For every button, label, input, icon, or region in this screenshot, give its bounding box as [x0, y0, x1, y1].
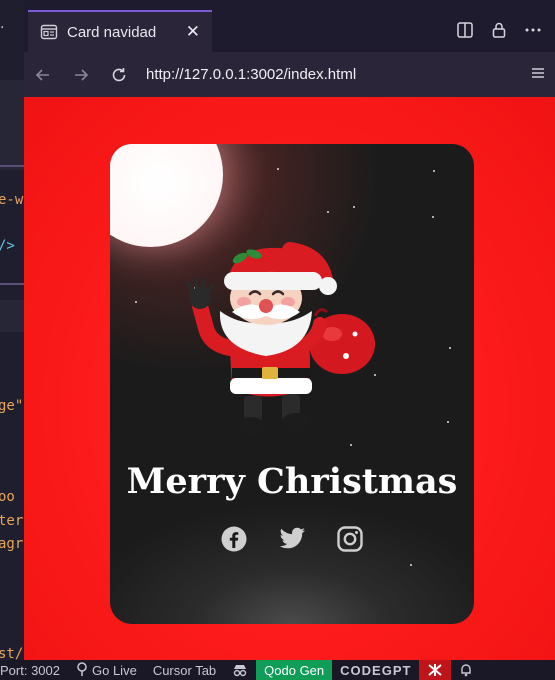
star [432, 216, 434, 218]
star [135, 301, 137, 303]
codegpt-button[interactable]: CODEGPT [332, 660, 419, 680]
page-viewport: Merry Christmas [24, 97, 555, 660]
code-line: agr [0, 536, 24, 552]
editor-panel [0, 80, 24, 170]
browser-toolbar: http://127.0.0.1:3002/index.html [24, 52, 555, 97]
divider [0, 165, 24, 167]
preview-icon [40, 23, 58, 41]
reload-icon[interactable] [108, 64, 130, 86]
editor-strip: ⋅ e-w /> ge" oo ter agr st/ [0, 0, 24, 660]
go-live-button[interactable]: Go Live [68, 660, 145, 680]
address-bar[interactable]: http://127.0.0.1:3002/index.html [146, 66, 356, 83]
more-icon[interactable]: ⋅ [0, 20, 4, 36]
cursor-tab-status[interactable]: Cursor Tab [145, 660, 224, 680]
moon [110, 144, 223, 247]
code-line: oo [0, 489, 15, 505]
star [447, 421, 449, 423]
more-icon[interactable] [523, 20, 543, 40]
tab-label: Card navidad [67, 23, 157, 41]
star [353, 206, 355, 208]
tab-card-navidad[interactable]: Card navidad ✕ [28, 10, 212, 52]
qodo-gen-button[interactable]: Qodo Gen [256, 660, 333, 680]
extension-icon[interactable] [419, 660, 452, 680]
social-links [110, 525, 474, 553]
facebook-icon[interactable] [220, 525, 248, 553]
code-line: e-w [0, 192, 24, 208]
christmas-card: Merry Christmas [110, 144, 474, 624]
forward-icon[interactable] [70, 64, 92, 86]
star [327, 211, 329, 213]
code-line: st/ [0, 646, 24, 660]
code-line: ge" [0, 398, 24, 414]
divider [0, 283, 24, 285]
card-title: Merry Christmas [126, 461, 458, 502]
santa-illustration [186, 242, 375, 435]
star [410, 564, 412, 566]
go-live-label: Go Live [92, 662, 137, 678]
code-line: /> [0, 238, 15, 254]
star [277, 168, 279, 170]
status-bar: Port: 3002 Go Live Cursor Tab Qodo Gen C… [0, 660, 555, 680]
star [449, 347, 451, 349]
star [350, 444, 352, 446]
broadcast-icon [76, 661, 88, 679]
tab-bar: Card navidad ✕ [24, 0, 555, 53]
port-status[interactable]: Port: 3002 [0, 660, 68, 680]
incognito-icon[interactable] [224, 660, 256, 680]
notification-icon[interactable] [451, 660, 481, 680]
back-icon[interactable] [32, 64, 54, 86]
code-line: ter [0, 513, 24, 529]
twitter-icon[interactable] [278, 525, 306, 553]
star [433, 170, 435, 172]
split-editor-icon[interactable] [455, 20, 475, 40]
instagram-icon[interactable] [336, 525, 364, 553]
menu-icon[interactable] [529, 64, 547, 86]
lock-icon[interactable] [489, 20, 509, 40]
editor-panel [0, 300, 24, 332]
close-icon[interactable]: ✕ [186, 22, 200, 42]
